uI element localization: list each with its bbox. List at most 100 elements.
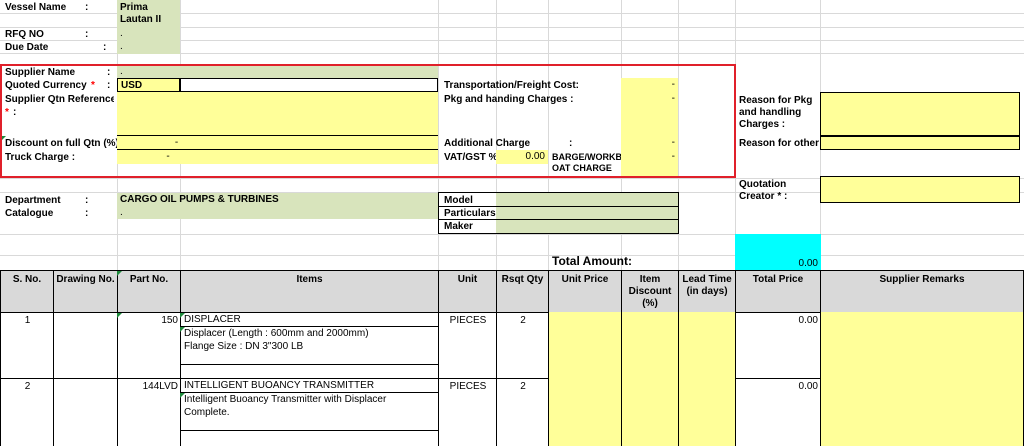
department-colon: :	[85, 195, 89, 206]
row-1-unit-price-input[interactable]	[548, 312, 622, 379]
supplier-qtn-ref-label: Supplier Qtn Reference	[5, 94, 114, 105]
col-header-item-discount: Item Discount (%)	[621, 270, 679, 313]
row-2-item-desc-1: Intelligent Buoancy Transmitter with Dis…	[184, 394, 387, 405]
reason-pkg-input[interactable]	[820, 92, 1020, 136]
col-header-items: Items	[180, 270, 439, 313]
total-amount-label: Total Amount:	[552, 254, 632, 268]
quoted-currency-required-star: *	[91, 80, 95, 91]
gridline	[735, 0, 736, 270]
row-1-qty: 2	[496, 312, 549, 379]
row-2-drawing	[53, 378, 118, 446]
discount-label: Discount on full Qtn (%)	[5, 138, 117, 149]
item-discount-line-1: Item	[639, 274, 661, 285]
lead-time-line-2: (in days)	[686, 286, 728, 297]
due-date-value: .	[117, 40, 180, 54]
lead-time-line-1: Lead Time	[682, 274, 732, 285]
additional-charge-input[interactable]: -	[621, 136, 678, 150]
due-date-colon: :	[103, 42, 107, 53]
item-discount-line-3: (%)	[642, 298, 658, 309]
pkg-charges-label: Pkg and handing Charges :	[444, 94, 574, 105]
row-1-item-desc-2: Flange Size : DN 3"300 LB	[184, 341, 304, 352]
row-1-item-divider	[181, 364, 439, 365]
total-amount-value: 0.00	[735, 234, 821, 270]
additional-charge-colon: :	[569, 138, 573, 149]
row-1-item-desc-1: Displacer (Length : 600mm and 2000mm)	[184, 328, 369, 339]
supplier-name-input[interactable]: .	[117, 65, 438, 78]
quoted-currency-label: Quoted Currency	[5, 80, 87, 91]
reason-other-input[interactable]	[820, 136, 1020, 150]
vat-gst-input[interactable]: 0.00	[496, 150, 548, 164]
col-header-lead-time: Lead Time (in days)	[678, 270, 736, 313]
rfq-no-value: .	[117, 27, 180, 40]
model-box-border	[438, 192, 679, 234]
row-1-unit: PIECES	[438, 312, 497, 379]
gridline	[0, 234, 1024, 235]
reason-other-label: Reason for other	[739, 138, 820, 149]
row-2-unit-price-input[interactable]	[548, 378, 622, 446]
col-header-sno: S. No.	[0, 270, 54, 313]
particulars-divider	[438, 219, 678, 221]
quoted-currency-select[interactable]: USD	[117, 78, 180, 92]
col-header-rsqt-qty: Rsqt Qty	[496, 270, 549, 313]
comment-marker-icon	[180, 393, 185, 398]
col-header-unit-price: Unit Price	[548, 270, 622, 313]
row-2-item-divider	[181, 430, 439, 431]
row-1-discount-input[interactable]	[621, 312, 679, 379]
col-header-supplier-remarks: Supplier Remarks	[820, 270, 1024, 313]
barge-charge-label-line-1: BARGE/WORKB	[552, 152, 621, 162]
pkg-charges-input[interactable]: -	[621, 92, 678, 136]
discount-extra	[236, 136, 438, 150]
comment-marker-icon	[180, 327, 185, 332]
col-header-total-price: Total Price	[735, 270, 821, 313]
item-discount-line-2: Discount	[628, 286, 672, 297]
reason-pkg-line-1: Reason for Pkg	[739, 95, 813, 106]
vessel-name-value: Prima Lautan II	[117, 0, 180, 27]
col-header-unit: Unit	[438, 270, 497, 313]
row-2-remarks-input[interactable]	[820, 378, 1024, 446]
row-2-discount-input[interactable]	[621, 378, 679, 446]
rfq-no-label: RFQ NO	[5, 29, 44, 40]
reason-pkg-label: Reason for Pkg and handling Charges :	[736, 94, 820, 134]
vessel-name-label: Vessel Name	[5, 2, 67, 13]
rfq-no-colon: :	[85, 29, 89, 40]
quotation-creator-input[interactable]	[820, 176, 1020, 203]
comment-marker-icon	[180, 313, 185, 318]
row-1-item-title: DISPLACER	[181, 312, 439, 327]
barge-charge-label-line-2: OAT CHARGE	[552, 163, 612, 173]
gridline	[0, 255, 1024, 256]
department-value: CARGO OIL PUMPS & TURBINES	[117, 193, 438, 206]
row-2-item: INTELLIGENT BUOANCY TRANSMITTER Intellig…	[180, 378, 439, 446]
row-2-lead-time-input[interactable]	[678, 378, 736, 446]
row-2-sno: 2	[0, 378, 54, 446]
truck-charge-input[interactable]: -	[117, 150, 219, 164]
row-2-item-desc-2: Complete.	[184, 407, 230, 418]
department-label: Department	[5, 195, 61, 206]
row-1-remarks-input[interactable]	[820, 312, 1024, 379]
comment-marker-icon	[117, 313, 122, 318]
additional-charge-label: Additional Charge	[444, 138, 531, 149]
truck-charge-extra	[219, 150, 438, 164]
catalogue-value: .	[117, 206, 438, 219]
quotation-sheet: Vessel Name : Prima Lautan II RFQ NO : .…	[0, 0, 1024, 446]
due-date-label: Due Date	[5, 42, 49, 53]
row-2-part: 144LVD	[117, 378, 181, 446]
row-1-drawing	[53, 312, 118, 379]
row-2-qty: 2	[496, 378, 549, 446]
discount-input[interactable]: -	[117, 136, 236, 150]
row-2-total-price: 0.00	[735, 378, 821, 446]
supplier-name-colon: :	[107, 67, 111, 78]
catalogue-colon: :	[85, 208, 89, 219]
transport-cost-input[interactable]: -	[621, 78, 678, 92]
barge-charge-input[interactable]: -	[621, 150, 678, 176]
catalogue-label: Catalogue	[5, 208, 54, 219]
quotation-creator-line-2: Creator * :	[739, 191, 788, 202]
quoted-currency-extra	[180, 78, 438, 92]
quoted-currency-colon: :	[107, 80, 111, 91]
row-2-unit: PIECES	[438, 378, 497, 446]
transport-cost-label: Transportation/Freight Cost:	[444, 80, 579, 91]
model-divider	[438, 206, 678, 208]
quotation-creator-label: Quotation Creator * :	[736, 178, 820, 204]
supplier-qtn-ref-input[interactable]	[117, 92, 438, 136]
reason-pkg-line-3: Charges :	[739, 119, 786, 130]
row-1-lead-time-input[interactable]	[678, 312, 736, 379]
